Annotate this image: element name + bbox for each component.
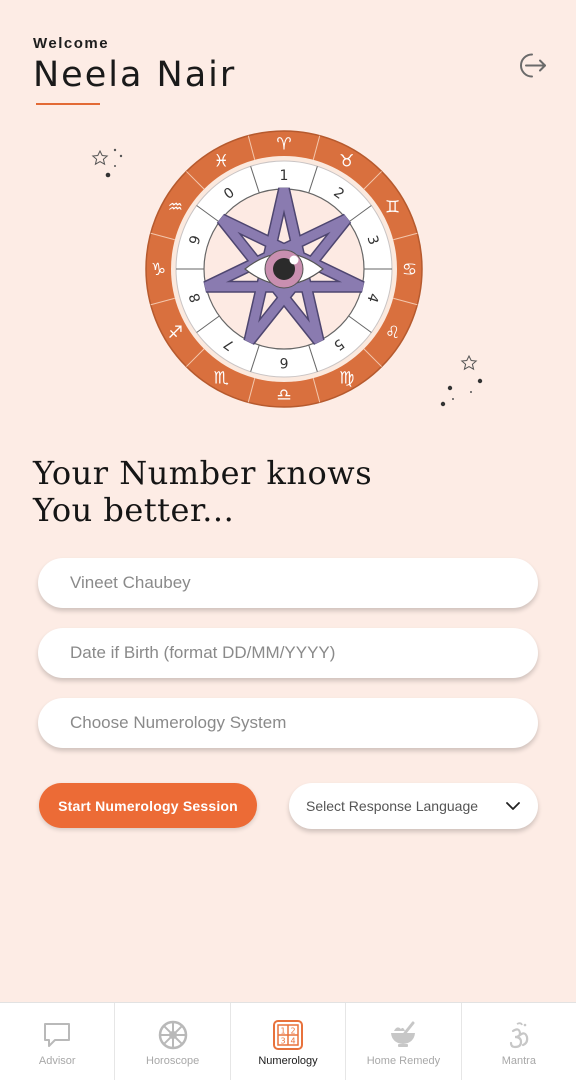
zodiac-symbol: ♓ [214,151,229,171]
numerology-system-placeholder: Choose Numerology System [70,713,287,732]
nav-label-numerology: Numerology [258,1055,318,1067]
response-language-placeholder: Select Response Language [306,798,479,814]
svg-text:3: 3 [280,1037,285,1046]
name-input-value: Vineet Chaubey [70,573,191,592]
numerology-system-select[interactable]: Choose Numerology System [38,698,538,748]
tagline: Your Number knows You better... [33,455,543,529]
svg-text:2: 2 [290,1027,295,1036]
sparkle-stars-right [440,354,483,407]
nav-item-home-remedy[interactable]: Home Remedy [346,1003,462,1080]
zodiac-symbol: ♉ [339,151,354,171]
number-grid-icon: 1 2 3 4 [273,1020,304,1050]
zodiac-symbol: ♒ [168,197,183,217]
logout-button[interactable] [512,48,548,84]
dob-input-placeholder: Date if Birth (format DD/MM/YYYY) [70,643,336,662]
zodiac-symbol: ♊ [385,197,400,217]
zodiac-symbol: ♑ [151,260,166,280]
nav-item-horoscope[interactable]: Horoscope [115,1003,231,1080]
chevron-down-icon [506,802,520,810]
name-underline [36,103,100,105]
zodiac-symbol: ♈ [276,135,291,155]
nav-label-advisor: Advisor [38,1055,76,1067]
nav-item-mantra[interactable]: Mantra [462,1003,576,1080]
numerology-wheel-illustration: ♈♉♊♋♌♍♎♏♐♑♒♓ 1234567890 [91,130,483,408]
tagline-line-2: You better... [33,491,235,529]
chat-bubble-icon [44,1023,71,1047]
nav-label-mantra: Mantra [501,1055,536,1067]
tagline-line-1: Your Number knows [33,454,373,492]
nav-item-advisor[interactable]: Advisor [0,1003,116,1080]
logout-icon [520,53,546,78]
ring-number: 6 [279,354,288,370]
nav-label-home-remedy: Home Remedy [366,1055,441,1067]
user-name: Neela Nair [33,55,237,95]
wheel-icon [158,1020,187,1050]
zodiac-symbol: ♋ [402,260,417,280]
nav-item-numerology[interactable]: 1 2 3 4 Numerology [231,1003,347,1080]
name-input[interactable]: Vineet Chaubey [38,558,538,608]
start-session-button[interactable]: Start Numerology Session [39,783,257,828]
zodiac-symbol: ♏ [214,369,229,389]
mortar-pestle-icon [391,1021,416,1047]
zodiac-symbol: ♌ [385,323,400,343]
zodiac-symbol: ♍ [339,369,354,389]
dob-input[interactable]: Date if Birth (format DD/MM/YYYY) [38,628,538,678]
welcome-label: Welcome [33,35,110,52]
nav-label-horoscope: Horoscope [146,1055,200,1067]
sparkle-stars-left [91,148,123,178]
bottom-navigation: Advisor Horoscope 1 2 3 4 Numerology Hom… [0,1002,576,1080]
numerology-screen: Welcome Neela Nair ♈ ♉ ♊ ♋ ♌ ♍ ♎ ♏ ♐ ♑ ♒… [0,0,576,1080]
zodiac-symbol: ♐ [168,323,183,343]
svg-text:1: 1 [280,1027,285,1036]
zodiac-symbol: ♎ [276,386,291,406]
start-session-label: Start Numerology Session [58,797,238,814]
svg-text:4: 4 [290,1037,295,1046]
response-language-select[interactable]: Select Response Language [289,783,538,829]
ring-number: 1 [280,168,289,184]
om-icon [509,1022,529,1049]
